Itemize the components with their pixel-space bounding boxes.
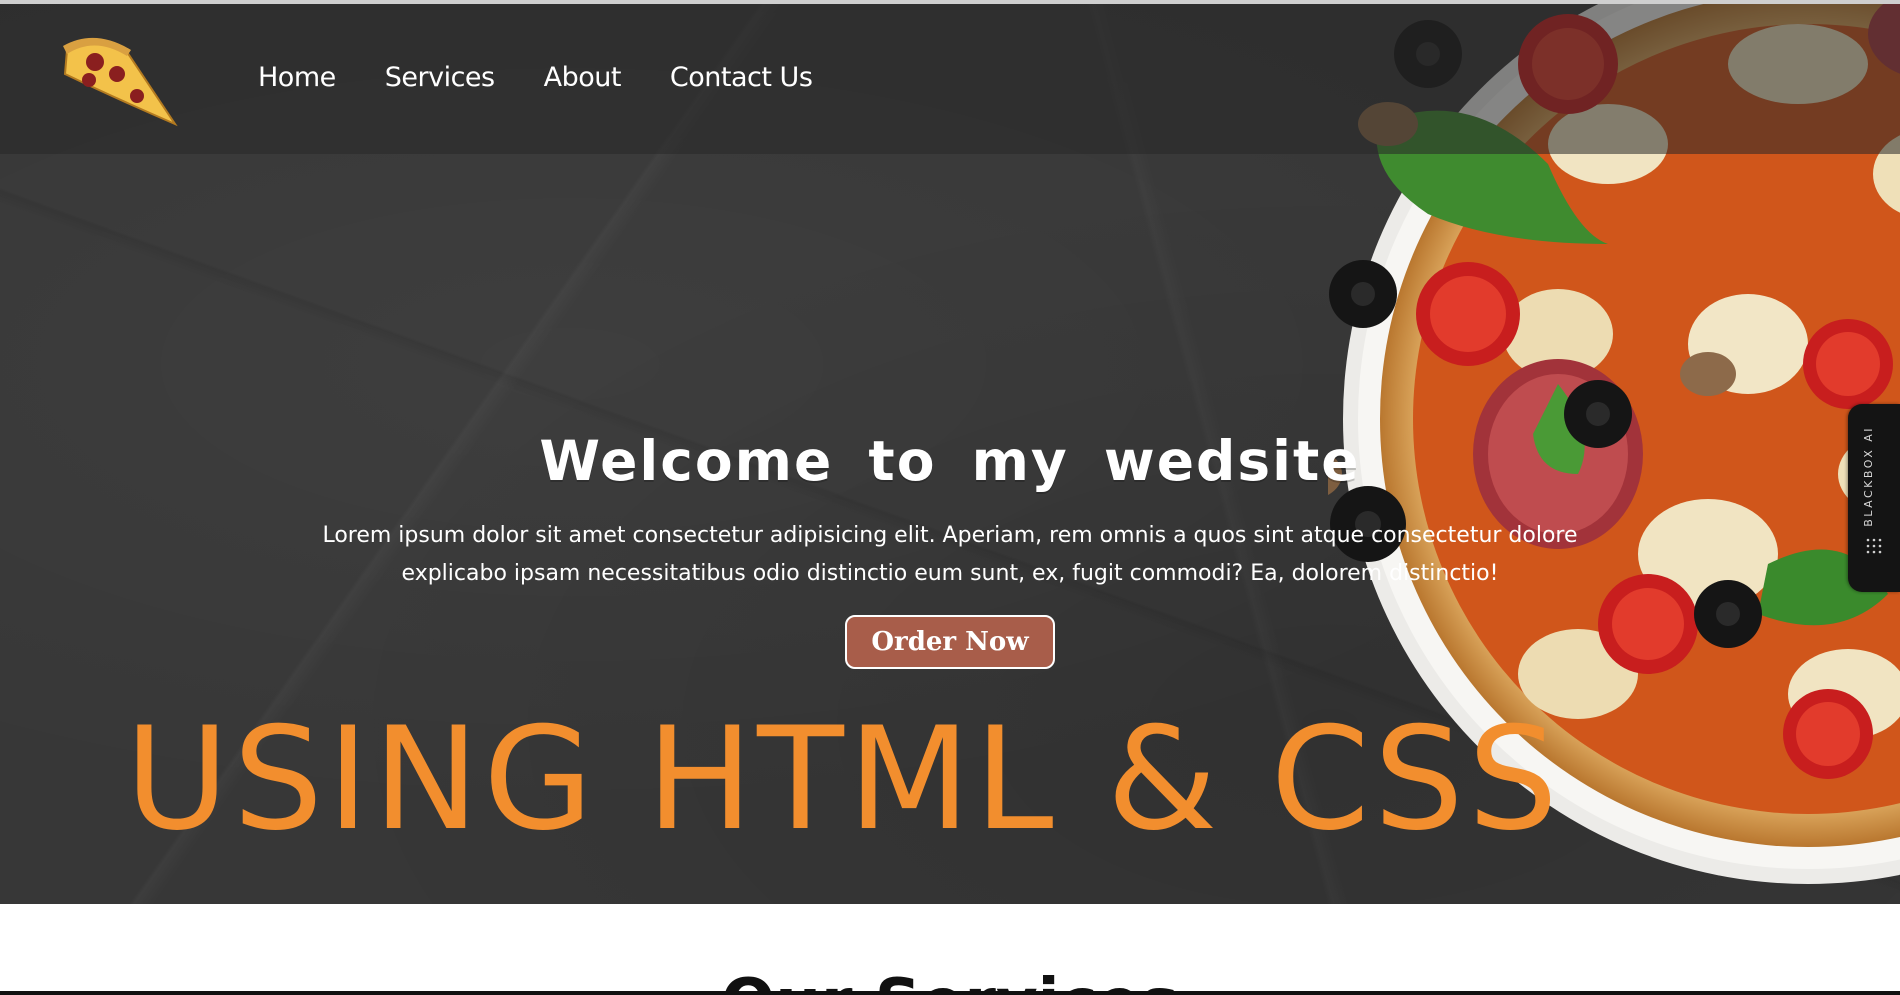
blackbox-ai-widget[interactable]: BLACKBOX AI — [1848, 404, 1900, 592]
hero-section: Home Services About Contact Us Welcome t… — [0, 4, 1900, 904]
hero-title: Welcome to my wedsite — [539, 429, 1361, 493]
widget-label: BLACKBOX AI — [1862, 426, 1875, 527]
nav-about[interactable]: About — [544, 62, 622, 93]
nav-home[interactable]: Home — [258, 62, 336, 93]
order-now-button[interactable]: Order Now — [845, 615, 1055, 669]
nav-services[interactable]: Services — [385, 62, 495, 93]
using-html-css-banner: USING HTML & CSS — [125, 697, 1562, 862]
pizza-slice-icon[interactable] — [55, 28, 185, 128]
hero-content: Welcome to my wedsite Lorem ipsum dolor … — [240, 429, 1660, 669]
dots-icon — [1866, 538, 1882, 554]
main-nav: Home Services About Contact Us — [258, 62, 861, 93]
nav-contact-us[interactable]: Contact Us — [670, 62, 813, 93]
services-section: Our Services — [0, 904, 1900, 995]
navbar: Home Services About Contact Us — [0, 4, 1900, 154]
hero-description: Lorem ipsum dolor sit amet consectetur a… — [322, 523, 1578, 586]
bottom-border — [0, 991, 1900, 995]
